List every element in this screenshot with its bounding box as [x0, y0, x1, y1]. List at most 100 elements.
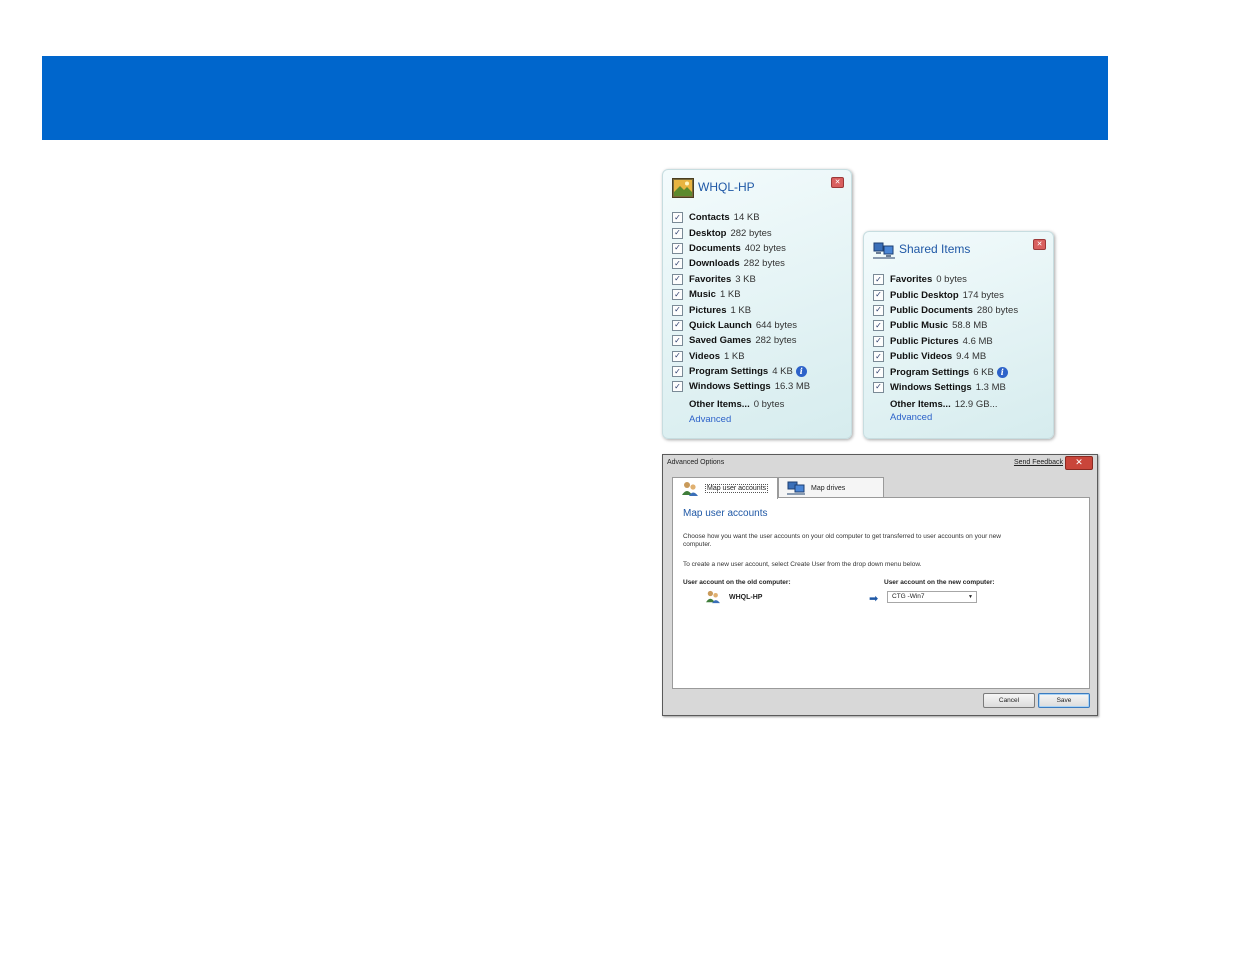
header-banner — [42, 56, 1108, 140]
info-icon[interactable]: i — [996, 366, 1008, 378]
item-checkbox[interactable]: ✓ — [873, 320, 884, 332]
other-items-label: Other Items... — [890, 399, 951, 411]
item-size: 9.4 MB — [956, 351, 987, 363]
list-item: ✓ Public Desktop 174 bytes — [873, 287, 1018, 302]
tab-label: Map drives — [811, 484, 846, 492]
arrow-right-icon: ➡ — [869, 592, 879, 605]
list-item: ✓ Documents 402 bytes — [672, 241, 810, 256]
close-icon[interactable]: ✕ — [831, 177, 844, 188]
description-line: Choose how you want the user accounts on… — [683, 533, 1001, 540]
user-panel: WHQL-HP ✕ ✓ Contacts 14 KB ✓ Desktop 282 byte… — [662, 169, 852, 439]
item-checkbox[interactable]: ✓ — [873, 335, 884, 347]
item-size: 3 KB — [735, 273, 756, 285]
item-name: Public Pictures — [890, 335, 959, 347]
item-checkbox[interactable]: ✓ — [873, 304, 884, 316]
list-item: ✓ Contacts 14 KB — [672, 210, 810, 225]
item-name: Videos — [689, 350, 720, 362]
item-name: Favorites — [689, 273, 732, 285]
list-item: ✓ Windows Settings 16.3 MB — [672, 379, 810, 394]
item-checkbox[interactable]: ✓ — [873, 366, 884, 378]
list-item: ✓ Saved Games 282 bytes — [672, 333, 810, 348]
item-size: 1.3 MB — [975, 381, 1006, 393]
panel-title: WHQL-HP — [698, 180, 755, 194]
section-heading: Map user accounts — [683, 508, 768, 519]
close-icon[interactable]: ✕ — [1033, 239, 1046, 250]
item-checkbox[interactable]: ✓ — [873, 274, 884, 286]
panel-title: Shared Items — [899, 242, 971, 256]
item-name: Program Settings — [689, 366, 769, 378]
item-size: 402 bytes — [744, 242, 786, 254]
item-checkbox[interactable]: ✓ — [873, 351, 884, 363]
list-item: ✓ Public Videos 9.4 MB — [873, 349, 1018, 364]
item-checkbox[interactable]: ✓ — [672, 381, 683, 393]
item-checkbox[interactable]: ✓ — [672, 242, 683, 254]
list-item: ✓ Pictures 1 KB — [672, 302, 810, 317]
item-checkbox[interactable]: ✓ — [672, 258, 683, 270]
advanced-link[interactable]: Advanced — [890, 412, 932, 423]
save-button[interactable]: Save — [1038, 693, 1090, 708]
item-checkbox[interactable]: ✓ — [672, 319, 683, 331]
window-close-button[interactable]: ✕ — [1065, 456, 1093, 470]
item-size: 282 bytes — [743, 258, 785, 270]
info-icon[interactable]: i — [795, 366, 807, 378]
item-checkbox[interactable]: ✓ — [672, 335, 683, 347]
item-name: Public Videos — [890, 351, 953, 363]
drives-icon — [787, 481, 805, 495]
item-size: 4.6 MB — [962, 335, 993, 347]
item-checkbox[interactable]: ✓ — [672, 289, 683, 301]
other-items-size: 12.9 GB... — [954, 399, 998, 411]
list-item: ✓ Program Settings 4 KB i — [672, 364, 810, 379]
new-user-select[interactable]: CTG -Win7 ▼ — [887, 591, 977, 603]
item-checkbox[interactable]: ✓ — [672, 273, 683, 285]
tab-map-user-accounts[interactable]: Map user accounts — [672, 477, 778, 499]
list-item: ✓ Public Music 58.8 MB — [873, 318, 1018, 333]
other-items-row[interactable]: Other Items... 12.9 GB... — [890, 397, 1018, 412]
item-name: Pictures — [689, 304, 727, 316]
list-item: ✓ Program Settings 6 KB i — [873, 364, 1018, 379]
item-name: Public Documents — [890, 304, 973, 316]
item-checkbox[interactable]: ✓ — [672, 212, 683, 224]
item-checkbox[interactable]: ✓ — [873, 381, 884, 393]
item-size: 1 KB — [730, 304, 752, 316]
user-picture-icon — [672, 178, 694, 198]
old-user-name: WHQL-HP — [729, 593, 763, 601]
item-size: 1 KB — [719, 289, 741, 301]
item-checkbox[interactable]: ✓ — [672, 227, 683, 239]
item-name: Quick Launch — [689, 319, 752, 331]
advanced-options-window: Advanced Options Send Feedback ✕ Map use… — [662, 454, 1098, 716]
list-item: ✓ Favorites 0 bytes — [873, 272, 1018, 287]
instruction-text: To create a new user account, select Cre… — [683, 561, 922, 568]
user-accounts-icon — [706, 590, 720, 604]
item-name: Program Settings — [890, 366, 970, 378]
new-computer-label: User account on the new computer: — [884, 579, 995, 586]
send-feedback-link[interactable]: Send Feedback — [1014, 459, 1063, 466]
other-items-label: Other Items... — [689, 398, 750, 410]
other-items-row[interactable]: Other Items... 0 bytes — [689, 397, 810, 412]
shared-panel: Shared Items ✕ ✓ Favorites 0 bytes ✓ Public … — [863, 231, 1054, 439]
item-checkbox[interactable]: ✓ — [672, 350, 683, 362]
item-name: Public Music — [890, 320, 949, 332]
item-name: Documents — [689, 242, 741, 254]
cancel-button[interactable]: Cancel — [983, 693, 1035, 708]
item-checkbox[interactable]: ✓ — [672, 304, 683, 316]
old-user-account: WHQL-HP — [705, 590, 762, 604]
tab-content: Map user accounts Choose how you want th… — [672, 497, 1090, 689]
item-size: 14 KB — [733, 212, 760, 224]
tab-map-drives[interactable]: Map drives — [778, 477, 884, 498]
item-size: 644 bytes — [755, 319, 798, 331]
item-size: 174 bytes — [962, 289, 1004, 301]
list-item: ✓ Windows Settings 1.3 MB — [873, 380, 1018, 395]
item-size: 58.8 MB — [952, 320, 988, 332]
item-checkbox[interactable]: ✓ — [672, 366, 683, 378]
shared-computers-icon — [873, 242, 895, 259]
item-checkbox[interactable]: ✓ — [873, 289, 884, 301]
list-item: ✓ Favorites 3 KB — [672, 272, 810, 287]
user-accounts-icon — [682, 481, 698, 496]
item-list: ✓ Favorites 0 bytes ✓ Public Desktop 174 byte… — [873, 272, 1018, 413]
item-name: Music — [689, 289, 716, 301]
old-computer-label: User account on the old computer: — [683, 579, 791, 586]
item-size: 0 bytes — [936, 274, 967, 286]
list-item: ✓ Public Pictures 4.6 MB — [873, 334, 1018, 349]
advanced-link[interactable]: Advanced — [689, 414, 731, 425]
list-item: ✓ Downloads 282 bytes — [672, 256, 810, 271]
